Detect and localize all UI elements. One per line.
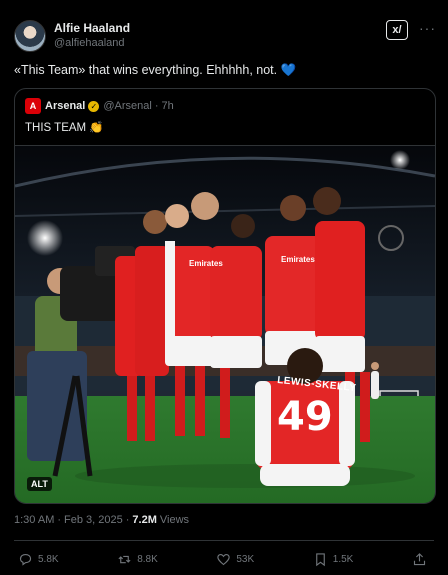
bookmark-icon — [315, 552, 325, 566]
heart-icon — [217, 553, 231, 565]
repost-button[interactable]: 8.8K — [117, 552, 158, 567]
meta-dot: · — [57, 514, 62, 526]
sponsor-text-2: Emirates — [281, 255, 315, 264]
author-handle[interactable]: @alfiehaaland — [54, 36, 130, 51]
team-photo-image — [15, 146, 435, 503]
quoted-tweet[interactable]: A Arsenal ✓ @Arsenal · 7h THIS TEAM 👏 LE… — [14, 88, 436, 504]
quoted-photo[interactable]: LEWIS-SKELLY 49 Emirates Emirates — [15, 145, 435, 503]
tweet-meta: 1:30 AM · Feb 3, 2025 · 7.2M Views — [14, 514, 189, 526]
action-bar: 5.8K 8.8K 53K 1.5K — [18, 549, 432, 569]
share-button[interactable] — [412, 552, 432, 567]
reply-icon — [19, 553, 32, 566]
quoted-text: THIS TEAM 👏 — [25, 122, 104, 134]
grok-icon[interactable]: x/ — [386, 20, 408, 40]
repost-icon — [118, 555, 131, 563]
reply-button[interactable]: 5.8K — [18, 552, 59, 567]
author-names: Alfie Haaland @alfiehaaland — [54, 21, 130, 51]
views-count[interactable]: 7.2M — [132, 514, 156, 526]
quoted-author-name[interactable]: Arsenal — [45, 100, 85, 112]
like-count: 53K — [236, 553, 255, 565]
more-icon[interactable]: ··· — [419, 20, 436, 36]
post-time[interactable]: 1:30 AM — [14, 514, 54, 526]
author-avatar[interactable] — [14, 20, 46, 52]
quoted-header: A Arsenal ✓ @Arsenal · 7h — [25, 98, 174, 114]
verified-badge-icon: ✓ — [88, 100, 100, 112]
shirt-number: 49 — [277, 394, 333, 440]
views-label: Views — [159, 514, 190, 526]
quoted-author-handle[interactable]: @Arsenal — [103, 100, 151, 112]
bookmark-count: 1.5K — [332, 553, 354, 565]
sponsor-text-1: Emirates — [189, 259, 223, 268]
like-button[interactable]: 53K — [216, 552, 254, 567]
divider — [14, 540, 434, 541]
arsenal-logo-icon[interactable]: A — [25, 98, 41, 114]
share-icon — [413, 552, 426, 565]
bookmark-button[interactable]: 1.5K — [313, 552, 354, 567]
separator-dot: · — [154, 100, 159, 112]
post-date[interactable]: Feb 3, 2025 — [64, 514, 123, 526]
author-display-name[interactable]: Alfie Haaland — [54, 21, 130, 36]
tweet-text: «This Team» that wins everything. Ehhhhh… — [14, 63, 297, 77]
meta-dot-2: · — [125, 514, 130, 526]
alt-badge[interactable]: ALT — [27, 477, 52, 491]
reply-count: 5.8K — [38, 553, 59, 565]
tweet-header: Alfie Haaland @alfiehaaland x/ ··· — [14, 18, 438, 54]
quoted-time[interactable]: 7h — [162, 100, 174, 112]
repost-count: 8.8K — [137, 553, 158, 565]
